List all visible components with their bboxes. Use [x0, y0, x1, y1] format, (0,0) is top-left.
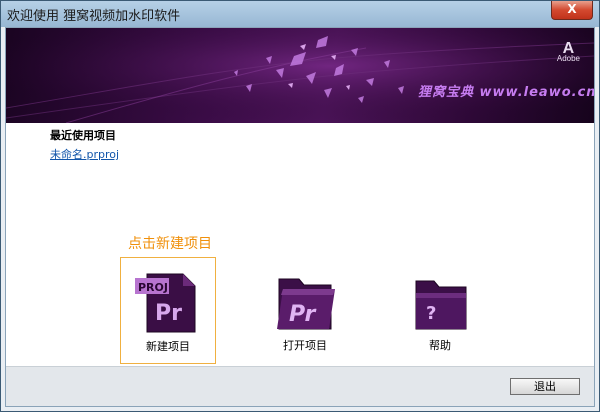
client-area: A Adobe 狸窝宝典 www.leawo.cn 最近使用项目 未命名.prp…: [5, 27, 595, 407]
help-button[interactable]: ? 帮助: [392, 257, 488, 364]
window-title: 欢迎使用 狸窝视频加水印软件: [7, 9, 181, 24]
exit-button[interactable]: 退出: [510, 378, 580, 395]
pr-glyph-open: Pr: [289, 302, 316, 327]
open-project-button[interactable]: Pr 打开项目: [257, 257, 353, 364]
title-bar[interactable]: 欢迎使用 狸窝视频加水印软件 X: [1, 1, 599, 27]
proj-badge-text: PROJ: [138, 281, 168, 294]
premiere-project-file-icon: PROJ Pr: [133, 272, 205, 334]
adobe-logo-text: Adobe: [556, 54, 580, 63]
help-label: 帮助: [429, 339, 451, 352]
adobe-logo: A Adobe: [556, 40, 580, 64]
header-banner: A Adobe 狸窝宝典 www.leawo.cn: [6, 28, 594, 123]
footer-bar: 退出: [6, 366, 594, 406]
close-icon: X: [567, 2, 577, 16]
new-project-button[interactable]: PROJ Pr 新建项目: [120, 257, 216, 364]
recent-project-link[interactable]: 未命名.prproj: [50, 146, 119, 162]
open-project-label: 打开项目: [283, 339, 327, 352]
site-watermark: 狸窝宝典 www.leawo.cn: [418, 85, 594, 100]
new-project-hint: 点击新建项目: [128, 236, 212, 252]
premiere-folder-icon: Pr: [269, 271, 341, 333]
adobe-logo-glyph: A: [562, 40, 575, 57]
question-mark-glyph: ?: [426, 303, 436, 324]
new-project-label: 新建项目: [146, 340, 190, 353]
help-folder-icon: ?: [404, 271, 476, 333]
recent-projects-heading: 最近使用项目: [50, 129, 116, 142]
close-button[interactable]: X: [551, 1, 593, 20]
banner-art: [6, 28, 594, 123]
pr-glyph-new: Pr: [155, 301, 182, 326]
welcome-window: 欢迎使用 狸窝视频加水印软件 X A Adobe 狸窝宝典 www.leawo.…: [0, 0, 600, 412]
